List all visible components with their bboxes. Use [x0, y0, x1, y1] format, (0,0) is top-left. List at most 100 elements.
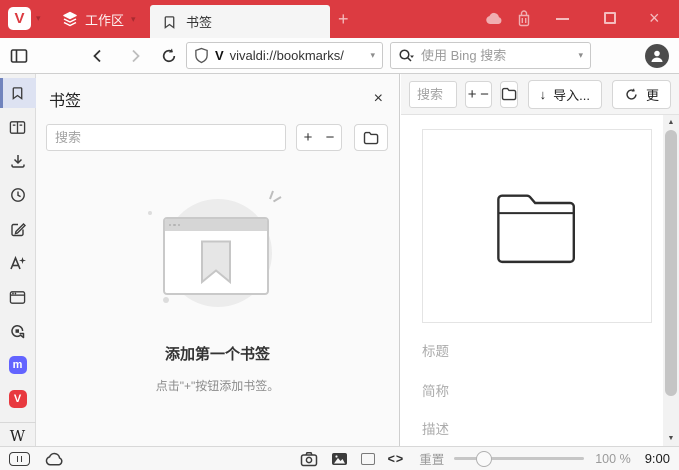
- vivaldi-logo: V: [8, 7, 31, 30]
- search-engine-dropdown-icon[interactable]: ▾: [578, 50, 583, 61]
- titlebar: V ▾ 工作区 ▾ 书签 + ×: [0, 0, 679, 38]
- search-input[interactable]: [421, 48, 573, 63]
- address-url: vivaldi://bookmarks/: [229, 48, 344, 63]
- reload-button[interactable]: [160, 38, 178, 73]
- trash-icon[interactable]: [516, 10, 532, 27]
- add-bookmark-button[interactable]: +: [466, 82, 478, 107]
- back-button[interactable]: [89, 38, 107, 73]
- bookmark-manager-toolbar: + − ↓ 导入... 更: [401, 74, 679, 115]
- bookmarks-empty-state: 添加第一个书签 点击"+"按钮添加书签。: [36, 189, 399, 394]
- vivaldi-menu-button[interactable]: V ▾: [8, 7, 41, 30]
- update-thumbnails-button[interactable]: 更: [611, 79, 671, 109]
- window-minimize-button[interactable]: [556, 18, 569, 20]
- remove-bookmark-button[interactable]: −: [478, 82, 490, 107]
- layers-icon: [62, 11, 78, 27]
- bookmarks-search-input[interactable]: [409, 80, 457, 108]
- tab-title: 书签: [186, 15, 213, 30]
- empty-state-hint: 点击"+"按钮添加书签。: [155, 379, 280, 393]
- bookmark-detail-pane: [401, 115, 679, 446]
- bookmark-ribbon-icon: [199, 240, 233, 284]
- tab-bookmarks[interactable]: 书签: [150, 5, 330, 38]
- folder-outline-icon: [491, 186, 583, 266]
- window-close-button[interactable]: ×: [649, 6, 660, 30]
- bookmark-icon: [10, 85, 25, 101]
- status-bar: <> 重置 100 % 9:00: [0, 446, 679, 470]
- page-actions-image-button[interactable]: [331, 452, 348, 466]
- sidebar-item-translate[interactable]: [0, 248, 36, 278]
- import-button-label: 导入...: [553, 87, 590, 103]
- vivaldi-icon: V: [8, 390, 27, 408]
- sidebar-item-history[interactable]: [0, 180, 36, 210]
- new-folder-button[interactable]: [354, 124, 388, 151]
- decor-dot: [147, 211, 152, 215]
- workspace-label: 工作区: [85, 12, 125, 28]
- refresh-icon: [624, 87, 639, 102]
- sidebar-item-window[interactable]: [0, 282, 36, 312]
- capture-page-button[interactable]: [300, 451, 318, 467]
- translate-icon: [9, 255, 26, 271]
- sidebar-item-downloads[interactable]: [0, 146, 36, 176]
- panel-title: 书签: [49, 93, 82, 110]
- profile-avatar[interactable]: [645, 44, 669, 68]
- page-scrollbar[interactable]: ▲ ▼: [663, 115, 679, 446]
- chevron-down-icon: ▾: [36, 13, 41, 23]
- sidebar-item-mastodon[interactable]: m: [0, 350, 36, 380]
- bookmark-icon: [162, 14, 177, 30]
- navigation-toolbar: V vivaldi://bookmarks/ ▾ ▾: [0, 38, 679, 74]
- bookmark-title-field[interactable]: [422, 341, 612, 361]
- window-icon: [9, 290, 26, 305]
- clock-icon: [10, 187, 26, 203]
- zoom-slider-track[interactable]: [454, 457, 585, 460]
- cloud-icon[interactable]: [45, 452, 64, 466]
- sidebar-item-vivaldi-panel[interactable]: V: [0, 384, 36, 414]
- panel-search-input[interactable]: [46, 124, 286, 151]
- panel-toggle-icon[interactable]: [10, 38, 28, 73]
- wikipedia-icon: W: [9, 427, 26, 445]
- site-v-badge: V: [215, 48, 224, 63]
- sparkle-icon: [259, 189, 283, 213]
- clock[interactable]: 9:00: [645, 451, 670, 466]
- empty-state-title: 添加第一个书签: [164, 346, 270, 363]
- workspace-button[interactable]: 工作区 ▾: [62, 0, 136, 38]
- scroll-down-arrow[interactable]: ▼: [663, 435, 679, 442]
- import-bookmarks-button[interactable]: ↓ 导入...: [527, 79, 602, 109]
- address-dropdown-icon[interactable]: ▾: [370, 50, 375, 61]
- page-add-remove-group: + −: [465, 80, 492, 108]
- new-folder-button[interactable]: [499, 80, 518, 108]
- remove-bookmark-button[interactable]: −: [319, 125, 341, 150]
- empty-state-illustration: [133, 189, 303, 321]
- bookmark-nickname-field[interactable]: [422, 381, 612, 401]
- zoom-level-label: 100 %: [595, 451, 631, 466]
- panel-close-button[interactable]: ×: [374, 91, 383, 107]
- developer-tools-button[interactable]: <>: [388, 452, 405, 466]
- folder-icon: [363, 131, 379, 145]
- add-bookmark-button[interactable]: +: [297, 125, 319, 150]
- scroll-up-arrow[interactable]: ▲: [663, 119, 679, 126]
- sidebar-item-reading-list[interactable]: [0, 112, 36, 142]
- mastodon-icon: m: [8, 356, 27, 374]
- panel-sidebar: m V W: [0, 74, 36, 446]
- address-field[interactable]: V vivaldi://bookmarks/ ▾: [186, 42, 383, 69]
- forward-button[interactable]: [126, 38, 144, 73]
- bookmark-manager-page: + − ↓ 导入... 更: [401, 74, 679, 446]
- sidebar-item-tab-cycler[interactable]: [0, 316, 36, 346]
- break-mode-button[interactable]: [9, 451, 30, 466]
- sync-cloud-icon[interactable]: [485, 11, 503, 25]
- new-tab-button[interactable]: +: [338, 0, 349, 38]
- sidebar-item-notes[interactable]: [0, 214, 36, 244]
- sidebar-item-wikipedia-webpanel[interactable]: W: [0, 426, 36, 446]
- sidebar-item-bookmarks[interactable]: [0, 78, 36, 108]
- note-pencil-icon: [10, 221, 26, 237]
- zoom-reset-button[interactable]: 重置: [419, 449, 444, 468]
- zoom-slider-handle[interactable]: [476, 450, 493, 467]
- folder-icon: [501, 87, 517, 101]
- window-graphic-titlebar: [164, 219, 267, 231]
- zoom-slider[interactable]: [454, 450, 585, 467]
- more-button-label: 更: [645, 87, 659, 103]
- bookmark-description-field[interactable]: [422, 419, 612, 439]
- page-tiling-button[interactable]: [360, 452, 375, 465]
- search-field[interactable]: ▾: [390, 42, 591, 69]
- scrollbar-thumb[interactable]: [665, 130, 677, 396]
- vivaldi-browser-window: V ▾ 工作区 ▾ 书签 + × V vivaldi://bookmarks/ …: [0, 0, 679, 470]
- window-maximize-button[interactable]: [604, 12, 616, 24]
